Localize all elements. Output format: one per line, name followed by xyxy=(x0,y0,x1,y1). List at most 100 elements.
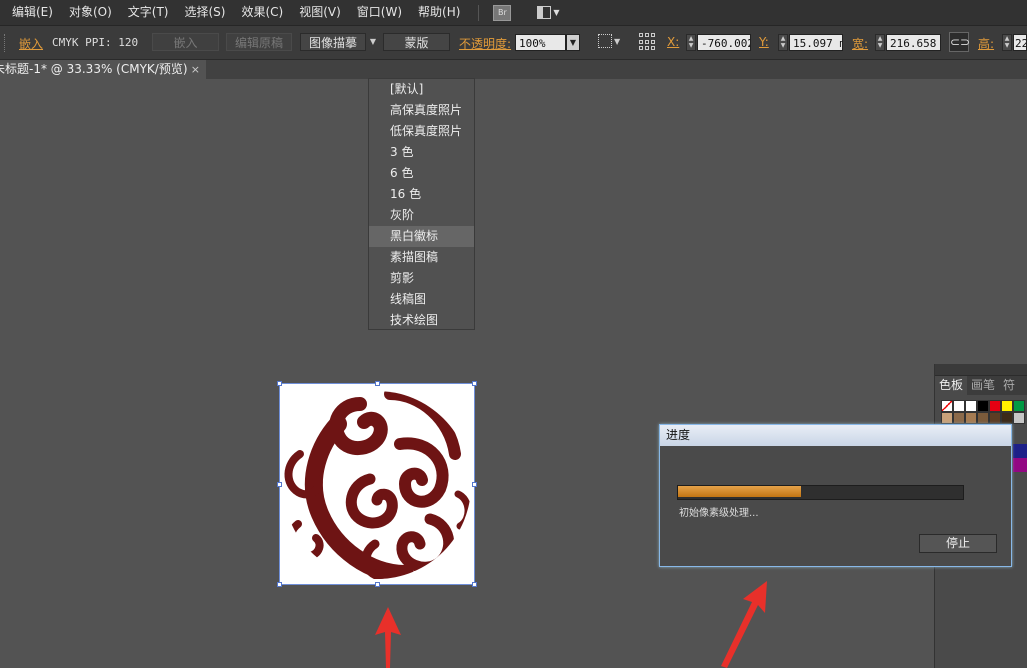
resize-handle[interactable] xyxy=(472,381,477,386)
bridge-button[interactable]: Br xyxy=(493,4,512,21)
arrow-up-right-icon xyxy=(721,581,767,668)
resize-handle[interactable] xyxy=(375,582,380,587)
panel-header xyxy=(935,364,1027,376)
chevron-down-icon: ▼ xyxy=(553,8,560,17)
x-field[interactable]: -760.002 xyxy=(697,34,751,51)
swatch-gray[interactable] xyxy=(1013,412,1025,424)
swatch-green[interactable] xyxy=(1013,400,1025,412)
swatch-white[interactable] xyxy=(965,400,977,412)
progress-bar xyxy=(677,485,964,500)
menu-select[interactable]: 选择(S) xyxy=(176,0,233,25)
trace-preset-grayscale[interactable]: 灰阶 xyxy=(369,205,474,226)
menu-type[interactable]: 文字(T) xyxy=(120,0,177,25)
height-label: 高: xyxy=(978,37,995,51)
progress-status: 初始像素级处理... xyxy=(679,508,759,519)
swatch-registration[interactable] xyxy=(953,400,965,412)
document-tab-bar: 未标题-1* @ 33.33% (CMYK/预览) × xyxy=(0,60,1027,79)
x-stepper[interactable]: ▲ ▼ xyxy=(686,34,696,51)
swatch-black[interactable] xyxy=(977,400,989,412)
menu-view[interactable]: 视图(V) xyxy=(291,0,349,25)
panel-tabs: 色板 画笔 符 xyxy=(935,376,1027,395)
height-field[interactable]: 22 xyxy=(1013,34,1027,51)
menu-divider xyxy=(478,4,480,21)
transform-icon[interactable] xyxy=(598,34,612,48)
close-icon[interactable]: × xyxy=(191,60,200,79)
menu-window[interactable]: 窗口(W) xyxy=(349,0,410,25)
menu-bar: 编辑(E) 对象(O) 文字(T) 选择(S) 效果(C) 视图(V) 窗口(W… xyxy=(0,0,1027,26)
trace-preset-menu: [默认] 高保真度照片 低保真度照片 3 色 6 色 16 色 灰阶 黑白徽标 … xyxy=(368,78,475,330)
menu-effect[interactable]: 效果(C) xyxy=(233,0,291,25)
swatch-row xyxy=(941,412,1025,424)
trace-preset-high-fidelity-photo[interactable]: 高保真度照片 xyxy=(369,100,474,121)
mask-button[interactable]: 蒙版 xyxy=(383,33,450,51)
trace-preset-16-colors[interactable]: 16 色 xyxy=(369,184,474,205)
trace-preset-low-fidelity-photo[interactable]: 低保真度照片 xyxy=(369,121,474,142)
opacity-dropdown-icon[interactable]: ▼ xyxy=(566,34,580,51)
menu-object[interactable]: 对象(O) xyxy=(61,0,120,25)
constrain-proportions-icon[interactable]: ⊂⊃ xyxy=(949,32,970,52)
y-stepper[interactable]: ▲ ▼ xyxy=(778,34,788,51)
height-stepper[interactable]: ▲ ▼ xyxy=(1002,34,1012,51)
swatch-brown[interactable] xyxy=(965,412,977,424)
swatch-brown[interactable] xyxy=(977,412,989,424)
swatch-brown[interactable] xyxy=(953,412,965,424)
x-label: X: xyxy=(667,35,680,49)
swatch-red[interactable] xyxy=(989,400,1001,412)
tab-brushes[interactable]: 画笔 xyxy=(967,376,999,395)
color-mode-info: CMYK PPI: 120 xyxy=(52,36,139,49)
trace-preset-line-art[interactable]: 线稿图 xyxy=(369,289,474,310)
trace-preset-3-colors[interactable]: 3 色 xyxy=(369,142,474,163)
embed-link[interactable]: 嵌入 xyxy=(19,35,43,52)
menu-help[interactable]: 帮助(H) xyxy=(410,0,468,25)
width-field[interactable]: 216.658 m xyxy=(886,34,941,51)
opacity-field[interactable]: 100% xyxy=(515,34,566,51)
arrow-up-icon xyxy=(375,607,401,668)
opacity-label[interactable]: 不透明度: xyxy=(459,35,511,52)
tab-swatches[interactable]: 色板 xyxy=(935,376,968,395)
trace-preset-default[interactable]: [默认] xyxy=(369,79,474,100)
reference-point-icon[interactable] xyxy=(639,33,657,51)
image-trace-button[interactable]: 图像描摹 xyxy=(300,33,366,51)
tab-symbols[interactable]: 符 xyxy=(999,376,1019,395)
resize-handle[interactable] xyxy=(472,582,477,587)
width-label: 宽: xyxy=(852,37,869,51)
width-stepper[interactable]: ▲ ▼ xyxy=(875,34,885,51)
document-tab[interactable]: 未标题-1* @ 33.33% (CMYK/预览) × xyxy=(0,60,206,79)
dialog-title: 进度 xyxy=(660,425,1011,446)
trace-preset-black-white-logo[interactable]: 黑白徽标 xyxy=(369,226,474,247)
trace-preset-sketched-art[interactable]: 素描图稿 xyxy=(369,247,474,268)
swatch-purple[interactable] xyxy=(1013,458,1027,472)
resize-handle[interactable] xyxy=(277,381,282,386)
swatch-brown[interactable] xyxy=(989,412,1001,424)
cloud-pattern-artwork xyxy=(284,391,471,579)
swatch-blue[interactable] xyxy=(1013,444,1027,458)
workspace-switcher[interactable]: ▼ xyxy=(537,6,560,19)
y-field[interactable]: 15.097 mm xyxy=(789,34,843,51)
y-label: Y: xyxy=(759,35,769,49)
swatch-brown[interactable] xyxy=(1001,412,1013,424)
swatch-none[interactable] xyxy=(941,400,953,412)
swatch-row xyxy=(941,400,1025,412)
progress-dialog: 进度 初始像素级处理... 停止 xyxy=(659,424,1012,567)
trace-preset-silhouettes[interactable]: 剪影 xyxy=(369,268,474,289)
document-tab-title: 未标题-1* @ 33.33% (CMYK/预览) xyxy=(0,62,188,76)
control-bar: 嵌入 CMYK PPI: 120 嵌入 编辑原稿 图像描摹 ▼ 蒙版 不透明度:… xyxy=(0,26,1027,60)
resize-handle[interactable] xyxy=(277,482,282,487)
edit-original-button[interactable]: 编辑原稿 xyxy=(226,33,292,51)
embed-button[interactable]: 嵌入 xyxy=(152,33,219,51)
resize-handle[interactable] xyxy=(472,482,477,487)
trace-preset-dropdown-icon[interactable]: ▼ xyxy=(367,33,379,51)
trace-preset-6-colors[interactable]: 6 色 xyxy=(369,163,474,184)
layout-icon xyxy=(537,6,552,19)
placed-image[interactable] xyxy=(277,381,477,587)
resize-handle[interactable] xyxy=(277,582,282,587)
resize-handle[interactable] xyxy=(375,381,380,386)
swatch-tan[interactable] xyxy=(941,412,953,424)
chevron-down-icon[interactable]: ▼ xyxy=(614,37,620,46)
swatch-yellow[interactable] xyxy=(1001,400,1013,412)
menu-edit[interactable]: 编辑(E) xyxy=(0,0,61,25)
grip-icon xyxy=(4,34,7,52)
stop-button[interactable]: 停止 xyxy=(919,534,997,553)
trace-preset-technical-drawing[interactable]: 技术绘图 xyxy=(369,310,474,331)
progress-bar-fill xyxy=(678,486,801,497)
